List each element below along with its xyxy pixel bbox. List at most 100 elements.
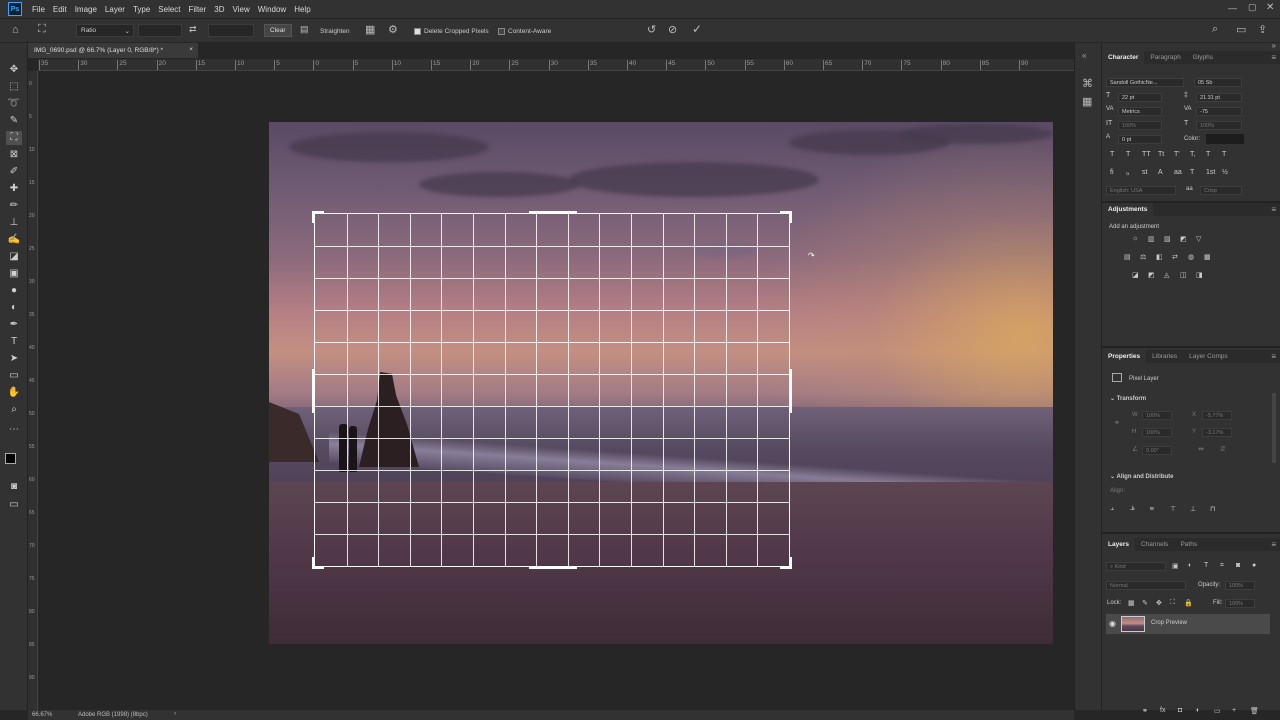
marquee-tool-icon[interactable]: ⬚ [6, 80, 22, 94]
menu-image[interactable]: Image [71, 5, 101, 14]
layers-panel-menu-icon[interactable]: ≡ [1271, 540, 1276, 549]
layer-name[interactable]: Crop Preview [1151, 620, 1187, 626]
color-lookup-icon[interactable]: ▦ [1204, 253, 1211, 261]
clear-button[interactable]: Clear [264, 24, 292, 37]
search-icon[interactable]: ⌕ [1212, 23, 1218, 36]
group-icon[interactable]: ▭ [1214, 707, 1221, 715]
align-top-icon[interactable]: ⊤ [1170, 505, 1176, 513]
tab-paths[interactable]: Paths [1174, 538, 1203, 551]
blur-tool-icon[interactable]: ● [6, 284, 22, 298]
filter-type-icon[interactable]: T [1204, 562, 1208, 569]
align-right-icon[interactable]: ⫢ [1150, 505, 1154, 513]
ratio-width-input[interactable] [138, 24, 182, 37]
tab-channels[interactable]: Channels [1135, 538, 1174, 551]
photo-filter-icon[interactable]: ⇄ [1172, 253, 1178, 261]
kerning-field[interactable]: Metrics [1118, 107, 1162, 116]
new-layer-icon[interactable]: + [1232, 707, 1236, 714]
gradient-map-icon[interactable]: ◫ [1180, 271, 1187, 279]
opentype-button[interactable]: ½ [1222, 169, 1228, 176]
opentype-button[interactable]: A [1158, 169, 1163, 176]
tab-libraries[interactable]: Libraries [1146, 350, 1183, 363]
crop-tool-preset-icon[interactable]: ⛶ [38, 23, 46, 36]
link-layers-icon[interactable]: ⚭ [1142, 707, 1148, 715]
type-style-button[interactable]: Tt [1158, 151, 1164, 158]
lasso-tool-icon[interactable]: ➰ [6, 97, 22, 111]
reset-icon[interactable]: ↺ [647, 23, 656, 36]
vertical-scale-field[interactable]: 100% [1118, 121, 1162, 130]
horizontal-scale-field[interactable]: 100% [1196, 121, 1242, 130]
fill-field[interactable]: 100% [1225, 599, 1255, 608]
delete-layer-icon[interactable]: 🗑 [1250, 707, 1259, 715]
menu-edit[interactable]: Edit [49, 5, 71, 14]
tracking-field[interactable]: -75 [1196, 107, 1242, 116]
properties-scrollbar[interactable] [1272, 393, 1276, 463]
tab-properties[interactable]: Properties [1102, 350, 1147, 363]
filter-toggle-icon[interactable]: ● [1252, 562, 1256, 569]
font-style-dropdown[interactable]: 05 Sb [1194, 78, 1242, 87]
collapse-panels-icon[interactable]: « [1082, 51, 1086, 60]
opentype-button[interactable]: fi [1110, 169, 1114, 176]
crop-handle-bottom-left[interactable] [312, 557, 315, 569]
shape-tool-icon[interactable]: ▭ [6, 369, 22, 383]
clone-stamp-tool-icon[interactable]: ⊥ [6, 216, 22, 230]
adjustment-layer-icon[interactable]: ◐ [1196, 707, 1200, 714]
share-icon[interactable]: ⇪ [1258, 23, 1267, 36]
document-tab[interactable]: IMG_0690.psd @ 66.7% (Layer 0, RGB/8*) *… [28, 43, 198, 58]
tab-paragraph[interactable]: Paragraph [1144, 51, 1186, 64]
maximize-icon[interactable]: ▢ [1248, 2, 1257, 13]
eraser-tool-icon[interactable]: ◪ [6, 250, 22, 264]
menu-3d[interactable]: 3D [210, 5, 228, 14]
delete-cropped-checkbox[interactable] [414, 27, 424, 36]
vibrance-icon[interactable]: ▽ [1196, 235, 1201, 243]
hand-tool-icon[interactable]: ✋ [6, 386, 22, 400]
crop-tool-icon[interactable]: ⛶ [6, 131, 22, 145]
align-middle-icon[interactable]: ⊥ [1190, 505, 1196, 513]
type-style-button[interactable]: T [1110, 151, 1114, 158]
screen-mode-icon[interactable]: ▭ [6, 498, 22, 512]
align-left-icon[interactable]: ⫠ [1110, 505, 1114, 513]
move-tool-icon[interactable]: ✥ [6, 63, 22, 77]
filter-smart-icon[interactable]: ◙ [1236, 562, 1240, 569]
height-field[interactable]: 100% [1142, 428, 1172, 437]
grid-panel-icon[interactable]: ▦ [1082, 95, 1092, 108]
opacity-field[interactable]: 100% [1225, 581, 1255, 590]
curves-icon[interactable]: ▨ [1164, 235, 1171, 243]
width-field[interactable]: 100% [1142, 411, 1172, 420]
layer-row[interactable]: ◉ Crop Preview [1106, 614, 1270, 634]
zoom-tool-icon[interactable]: ⌕ [6, 403, 22, 417]
y-field[interactable]: -3.17% [1202, 428, 1232, 437]
exposure-icon[interactable]: ◩ [1180, 235, 1187, 243]
crop-box[interactable] [312, 211, 792, 569]
selective-color-icon[interactable]: ◨ [1196, 271, 1203, 279]
lock-image-icon[interactable]: ✎ [1142, 599, 1148, 607]
color-balance-icon[interactable]: ⚖ [1140, 253, 1146, 261]
channel-mixer-icon[interactable]: ◍ [1188, 253, 1194, 261]
cancel-crop-icon[interactable]: ⊘ [668, 23, 677, 36]
crop-handle-bottom-right[interactable] [789, 557, 792, 569]
settings-gear-icon[interactable]: ⚙ [388, 23, 398, 36]
font-size-field[interactable]: 22 pt [1118, 93, 1162, 102]
fx-icon[interactable]: fx [1160, 707, 1165, 714]
menu-type[interactable]: Type [129, 5, 154, 14]
crop-handle-top-right[interactable] [789, 211, 792, 223]
opentype-button[interactable]: st [1142, 169, 1147, 176]
home-icon[interactable]: ⌂ [12, 24, 19, 36]
visibility-eye-icon[interactable]: ◉ [1109, 619, 1116, 628]
language-dropdown[interactable]: English: USA [1106, 186, 1176, 195]
type-style-button[interactable]: T [1222, 151, 1226, 158]
lock-position-icon[interactable]: ✥ [1156, 599, 1162, 607]
character-panel-menu-icon[interactable]: ≡ [1271, 53, 1276, 62]
menu-file[interactable]: File [28, 5, 49, 14]
opentype-button[interactable]: ℴ [1126, 169, 1129, 177]
horizontal-ruler[interactable]: 35 30 25 20 15 10 5 0 5 10 15 20 25 30 35 40 45 50 55 60 65 7… [38, 59, 1074, 71]
close-window-icon[interactable]: ✕ [1266, 2, 1274, 13]
filter-adjustment-icon[interactable]: ◐ [1188, 562, 1192, 569]
link-icon[interactable]: ⚭ [1114, 419, 1120, 427]
dodge-tool-icon[interactable]: ◐ [6, 301, 22, 315]
history-panel-icon[interactable]: ⌘ [1082, 77, 1093, 90]
opentype-button[interactable]: 1st [1206, 169, 1215, 176]
hue-sat-icon[interactable]: ▤ [1124, 253, 1131, 261]
close-tab-icon[interactable]: × [189, 46, 193, 53]
tab-adjustments[interactable]: Adjustments [1102, 203, 1154, 216]
menu-window[interactable]: Window [254, 5, 290, 14]
